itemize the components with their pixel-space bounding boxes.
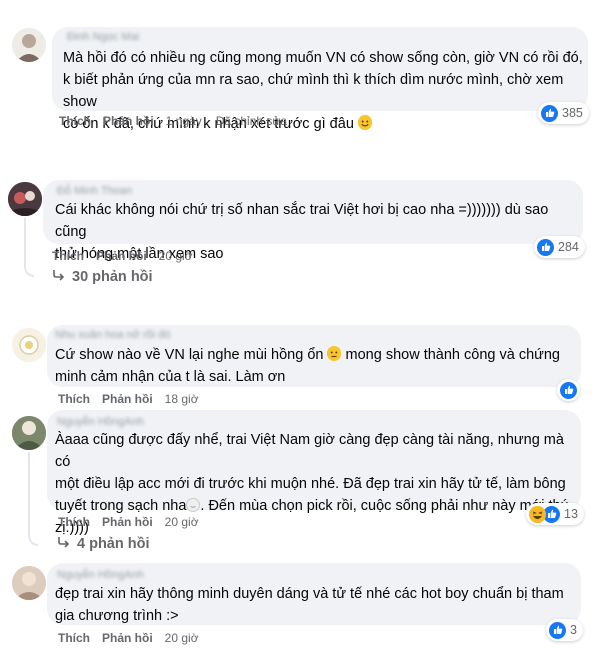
commenter-name[interactable]: Nguyễn HồngAnh [57, 569, 144, 581]
reaction-count: 385 [562, 106, 583, 120]
haha-icon [529, 505, 546, 523]
reaction-summary[interactable]: 3 [546, 619, 583, 641]
comment-actions: Thích Phản hồi 20 giờ [58, 631, 213, 645]
comment-line: minh cảm nhận của t là sai. Làm ơn [55, 369, 286, 385]
comment-line-text: . Đến mùa chọn pick rồi, cuộc sống phải … [200, 498, 569, 514]
timestamp[interactable]: 18 giờ [165, 392, 199, 406]
comment-actions: Thích Phản hồi 1 ngày Đã chỉnh sửa [59, 114, 301, 128]
comment-line-text: Cứ show nào về VN lại nghe mùi hồng ổn [55, 347, 324, 363]
like-button[interactable]: Thích [58, 392, 90, 406]
timestamp[interactable]: 20 giờ [165, 631, 199, 645]
avatar[interactable] [12, 28, 46, 62]
comment-line: tuyết trong sạch nha . Đến mùa chọn pick … [55, 495, 580, 517]
commenter-name[interactable]: Đỗ Minh Thoan [57, 185, 132, 197]
avatar[interactable] [12, 566, 46, 600]
reaction-summary[interactable]: 284 [534, 236, 585, 258]
avatar[interactable] [12, 328, 46, 362]
comment-line: đẹp trai xin hãy thông minh duyên dáng v… [55, 586, 564, 602]
reaction-summary[interactable]: 13 [526, 503, 584, 525]
like-button[interactable]: Thích [52, 249, 84, 263]
comment-actions: Thích Phản hồi 18 giờ [58, 392, 213, 406]
like-icon [537, 238, 554, 256]
reply-button[interactable]: Phản hồi [102, 515, 153, 529]
reaction-count: 284 [558, 240, 579, 254]
commenter-name[interactable]: Nguyễn HồngAnh [57, 416, 144, 428]
comment-line-text: tuyết trong sạch nha [55, 498, 187, 514]
avatar[interactable] [8, 182, 42, 216]
reaction-count: 13 [564, 507, 578, 521]
commenter-name[interactable]: Đinh Ngọc Mai [67, 31, 139, 43]
comment-line: Mà hồi đó có nhiều ng cũng mong muốn VN … [63, 50, 583, 66]
reaction-summary[interactable]: 385 [538, 102, 589, 124]
view-replies-link[interactable]: 30 phản hồi [52, 269, 153, 285]
comment-text: đẹp trai xin hãy thông minh duyên dáng v… [55, 583, 580, 627]
commenter-name[interactable]: Nhu xuân hoa nở rồi đó [55, 329, 170, 341]
reply-arrow-icon [52, 269, 66, 285]
reply-button[interactable]: Phản hồi [103, 114, 154, 128]
comment-line-text: mong show thành công và chứng [345, 347, 560, 363]
replies-count: 30 phản hồi [72, 269, 153, 285]
comment-line: k biết phản ứng của mn ra sao, chứ mình … [63, 72, 564, 110]
comment-line: gia chương trình :> [55, 608, 179, 624]
comment-actions: Thích Phản hồi 20 giờ [52, 249, 207, 263]
comment-line: một điều lập acc mới đi trước khi muộn n… [55, 476, 566, 492]
thread-line [28, 452, 38, 546]
like-icon [560, 381, 577, 399]
timestamp[interactable]: 1 ngày [166, 114, 202, 128]
like-icon [549, 621, 566, 639]
smile-emoji-icon [357, 115, 372, 130]
smile-emoji-icon [186, 497, 201, 512]
like-button[interactable]: Thích [58, 631, 90, 645]
comment-text: Cứ show nào về VN lại nghe mùi hồng ổn m… [55, 344, 580, 388]
thread-line [24, 218, 34, 277]
comment-actions: Thích Phản hồi 20 giờ [58, 515, 213, 529]
comment-line: Àaaa cũng được đấy nhể, trai Việt Nam gi… [55, 432, 564, 470]
timestamp[interactable]: 20 giờ [165, 515, 199, 529]
like-icon [541, 104, 558, 122]
like-button[interactable]: Thích [59, 114, 91, 128]
replies-count: 4 phản hồi [77, 536, 150, 552]
smile-emoji-icon [327, 346, 342, 361]
like-button[interactable]: Thích [58, 515, 90, 529]
comment-line: Cứ show nào về VN lại nghe mùi hồng ổn m… [55, 344, 580, 366]
timestamp[interactable]: 20 giờ [159, 249, 193, 263]
edited-label: Đã chỉnh sửa [215, 114, 288, 128]
reaction-summary[interactable] [557, 379, 580, 401]
reply-button[interactable]: Phản hồi [96, 249, 147, 263]
avatar[interactable] [12, 416, 46, 450]
view-replies-link[interactable]: 4 phản hồi [57, 536, 150, 552]
comment-line: Cái khác không nói chứ trị số nhan sắc t… [55, 202, 549, 240]
reply-button[interactable]: Phản hồi [102, 392, 153, 406]
reply-arrow-icon [57, 536, 71, 552]
reply-button[interactable]: Phản hồi [102, 631, 153, 645]
reaction-count: 3 [570, 623, 577, 637]
